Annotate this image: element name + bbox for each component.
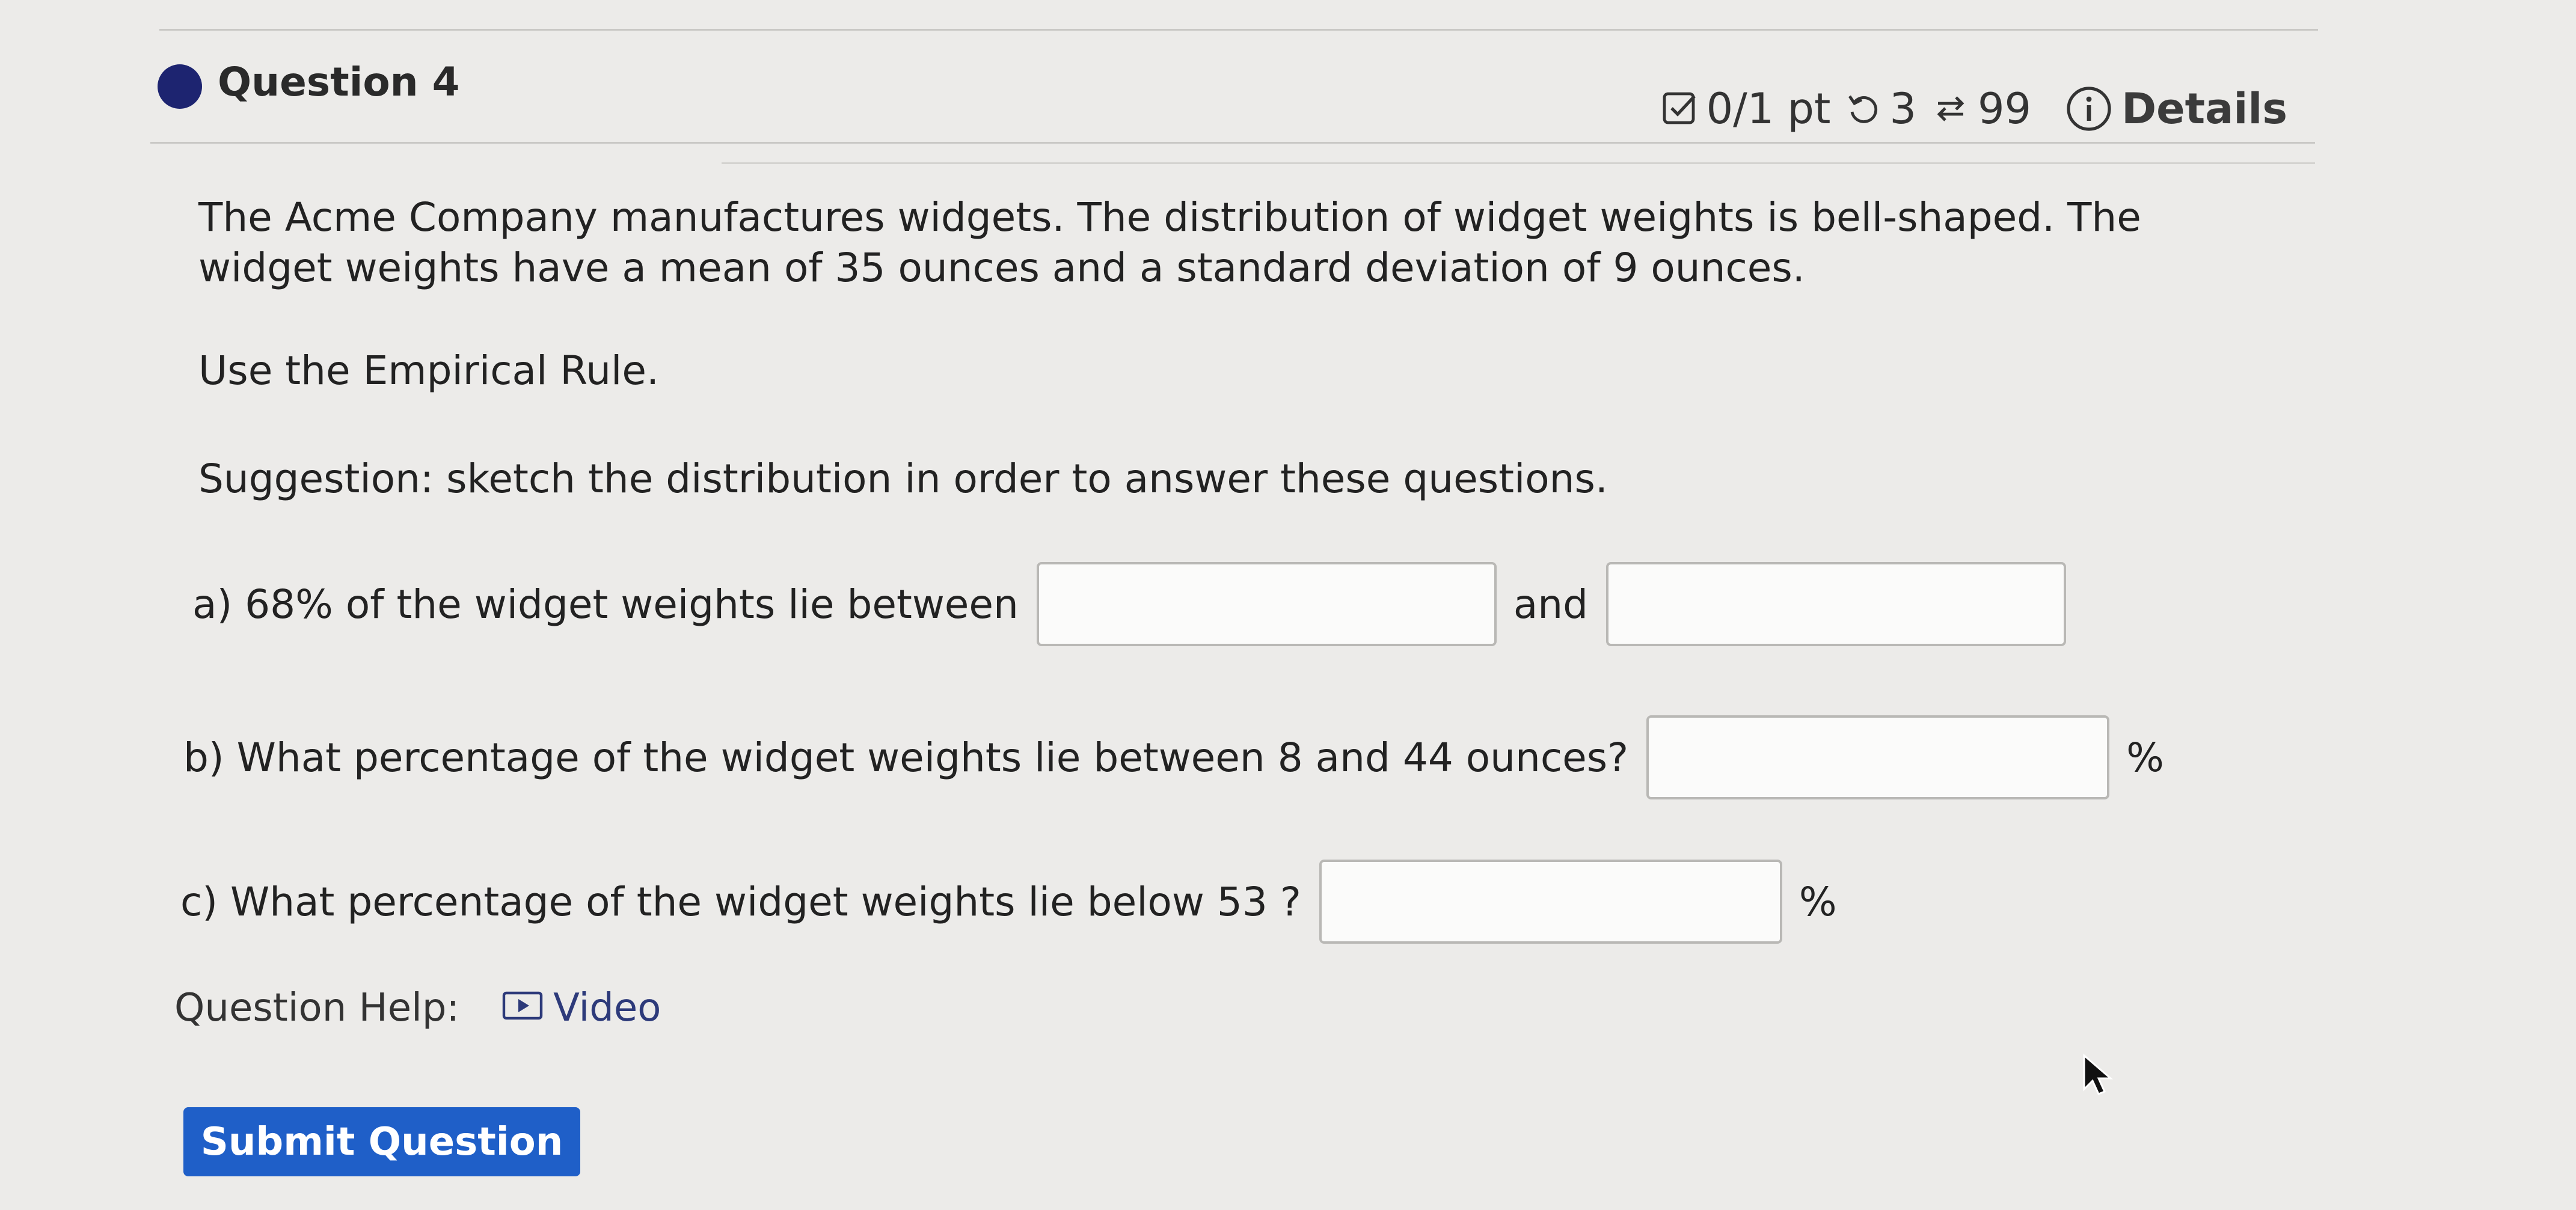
header-divider-secondary	[722, 162, 2315, 164]
instruction-text: Use the Empirical Rule.	[198, 347, 659, 394]
question-status-dot	[158, 64, 202, 109]
part-c-label: c) What percentage of the widget weights…	[180, 878, 1301, 925]
part-c: c) What percentage of the widget weights…	[180, 860, 1837, 944]
score-text: 0/1 pt	[1706, 84, 1831, 133]
details-label[interactable]: Details	[2121, 84, 2287, 133]
question-meta: 0/1 pt 3 99 Details	[1662, 84, 2287, 133]
submit-question-button[interactable]: Submit Question	[183, 1107, 580, 1176]
attempts-count: 99	[1977, 84, 2032, 133]
question-title: Question 4	[218, 59, 460, 105]
part-c-input[interactable]	[1319, 860, 1782, 944]
question-help-label: Question Help:	[174, 986, 460, 1030]
mouse-cursor-icon	[2082, 1053, 2118, 1104]
part-b-input[interactable]	[1646, 715, 2110, 799]
part-a-label: a) 68% of the widget weights lie between	[192, 581, 1019, 628]
part-a-and-label: and	[1513, 581, 1589, 628]
part-c-unit: %	[1799, 878, 1837, 925]
video-label[interactable]: Video	[553, 986, 661, 1030]
attempts-group: 99	[1932, 84, 2031, 133]
header-divider	[150, 142, 2315, 144]
details-button[interactable]: Details	[2065, 84, 2287, 133]
question-help: Question Help: Video	[174, 986, 661, 1030]
part-a: a) 68% of the widget weights lie between…	[192, 562, 2067, 646]
retries-group: 3	[1846, 84, 1916, 133]
info-icon	[2065, 85, 2113, 133]
repeat-icon	[1932, 90, 1969, 127]
undo-icon	[1846, 91, 1881, 126]
video-icon	[501, 986, 544, 1030]
part-b: b) What percentage of the widget weights…	[183, 715, 2164, 799]
part-b-label: b) What percentage of the widget weights…	[183, 734, 1629, 781]
retries-count: 3	[1889, 84, 1916, 133]
part-b-unit: %	[2126, 734, 2164, 781]
score-group: 0/1 pt	[1662, 84, 1831, 133]
checkbox-icon	[1662, 90, 1698, 127]
part-a-upper-input[interactable]	[1606, 562, 2067, 646]
video-link[interactable]: Video	[501, 986, 661, 1030]
problem-statement: The Acme Company manufactures widgets. T…	[198, 194, 2141, 291]
suggestion-text: Suggestion: sketch the distribution in o…	[198, 456, 1608, 502]
top-divider	[159, 29, 2318, 31]
part-a-lower-input[interactable]	[1036, 562, 1497, 646]
